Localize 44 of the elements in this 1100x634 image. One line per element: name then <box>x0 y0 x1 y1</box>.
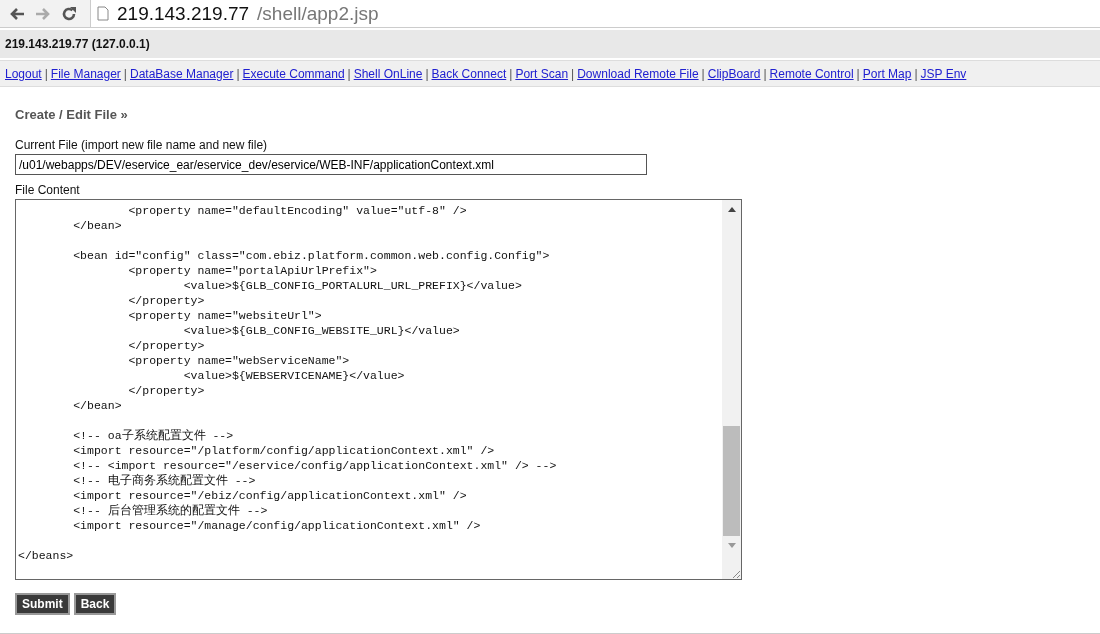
forward-arrow-icon[interactable] <box>34 5 52 22</box>
separator: | <box>44 66 48 81</box>
nav-link[interactable]: Logout <box>5 66 42 81</box>
separator: | <box>347 66 351 81</box>
url-path: /shell/app2.jsp <box>257 2 379 25</box>
nav-link[interactable]: Port Map <box>862 66 912 81</box>
form-button[interactable]: Back <box>73 593 117 615</box>
field-label: File Content <box>15 183 81 197</box>
form-button[interactable]: Submit <box>15 593 70 615</box>
reload-icon[interactable] <box>60 4 78 23</box>
separator: | <box>123 66 127 81</box>
separator: | <box>763 66 767 81</box>
field-label: Current File (import new file name and new file) <box>15 138 269 152</box>
separator: | <box>571 66 575 81</box>
nav-link[interactable]: JSP Env <box>920 66 967 81</box>
separator: | <box>701 66 705 81</box>
nav-link[interactable]: Execute Command <box>242 66 345 81</box>
separator: | <box>509 66 513 81</box>
nav-link[interactable]: Download Remote File <box>577 66 699 81</box>
file-content-area[interactable] <box>15 199 742 580</box>
nav-link[interactable]: Port Scan <box>515 66 569 81</box>
resize-grip-icon[interactable] <box>732 570 740 578</box>
nav-link[interactable]: File Manager <box>50 66 121 81</box>
scroll-down-icon[interactable] <box>727 543 736 548</box>
separator: | <box>914 66 918 81</box>
separator: | <box>236 66 240 81</box>
file-path-field[interactable]: /u01/webapps/DEV/eservice_ear/eservice_dev/eservice/WEB-INF/applicationContext.xml <box>15 154 647 175</box>
scrollbar[interactable] <box>722 200 741 579</box>
back-arrow-icon[interactable] <box>8 5 26 22</box>
nav-link[interactable]: Remote Control <box>769 66 854 81</box>
nav-link[interactable]: Back Connect <box>431 66 507 81</box>
separator: | <box>856 66 860 81</box>
host-title: 219.143.219.77 (127.0.0.1) <box>5 37 150 51</box>
scroll-up-icon[interactable] <box>727 207 736 212</box>
scroll-thumb[interactable] <box>723 426 740 536</box>
file-content: <property name="defaultEncoding" value="utf-8" /> </bean> <bean id="config" class="com.ebiz.platform.common.web.config.Config"> <property name="portalApiUrlPrefix"> <value>${GLB_CONFIG_PORTALURL_URL_PREFIX}</value> </property> <property name="websiteUrl"> <value>${GLB_CONFIG_WEBSITE_URL}</value> </property> <property name="webServiceName"> <value>${WEBSERVICENAME}</value> </property> </bean> <!-- oa子系统配置文件 --> <import resource="/platform/config/applicationContext.xml" /> <!-- <import resource="/eservice/config/applicationContext.xml" /> --> <!-- 电子商务系统配置文件 --> <import resource="/ebiz/config/applicationContext.xml" /> <!-- 后台管理系统的配置文件 --> <import resource="/manage/config/applicationContext.xml" /> </beans> <box>17 203 558 564</box>
nav-link[interactable]: DataBase Manager <box>130 66 234 81</box>
section-heading: Create / Edit File » <box>15 107 129 122</box>
page-icon <box>97 6 109 21</box>
nav-link[interactable]: Shell OnLine <box>353 66 423 81</box>
separator: | <box>425 66 429 81</box>
address-bar[interactable]: 219.143.219.77 /shell/app2.jsp <box>90 0 1100 27</box>
url-host: 219.143.219.77 <box>117 2 250 25</box>
nav-link[interactable]: ClipBoard <box>707 66 761 81</box>
